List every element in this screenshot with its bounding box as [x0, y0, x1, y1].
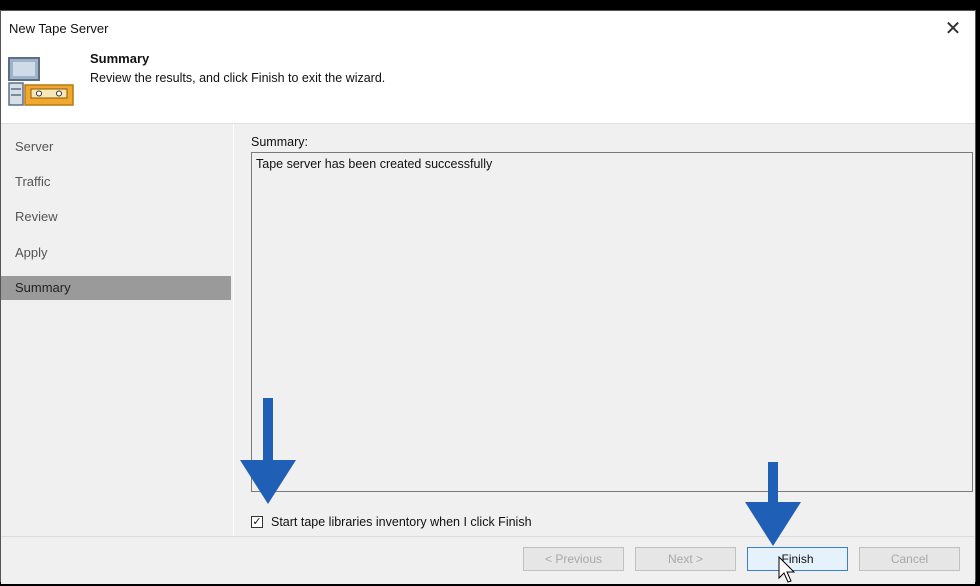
wizard-step-subtitle: Review the results, and click Finish to … [90, 71, 386, 85]
summary-label: Summary: [251, 135, 308, 149]
sidebar-item-server[interactable]: Server [1, 135, 231, 159]
summary-textarea[interactable]: Tape server has been created successfull… [251, 152, 973, 492]
sidebar-item-summary[interactable]: Summary [1, 276, 231, 300]
inventory-checkbox[interactable]: ✓ [251, 516, 263, 528]
window-title: New Tape Server [9, 21, 109, 36]
close-icon[interactable]: ✕ [941, 17, 965, 41]
sidebar-item-apply[interactable]: Apply [1, 241, 231, 265]
cancel-button[interactable]: Cancel [859, 547, 960, 571]
tape-server-icon [8, 57, 74, 106]
previous-button[interactable]: < Previous [523, 547, 624, 571]
title-bar: New Tape Server ✕ [1, 11, 975, 47]
inventory-checkbox-label[interactable]: Start tape libraries inventory when I cl… [271, 515, 532, 529]
wizard-steps-sidebar: Server Traffic Review Apply Summary [1, 124, 233, 536]
summary-text: Tape server has been created successfull… [256, 157, 493, 171]
wizard-window: New Tape Server ✕ Summary Review the res… [0, 10, 976, 584]
sidebar-item-traffic[interactable]: Traffic [1, 170, 231, 194]
wizard-footer: < Previous Next > Finish Cancel [1, 536, 975, 584]
mouse-cursor-icon [778, 556, 796, 583]
next-button[interactable]: Next > [635, 547, 736, 571]
sidebar-item-review[interactable]: Review [1, 205, 231, 229]
annotation-arrow-down-icon [240, 398, 296, 504]
wizard-content: Summary: Tape server has been created su… [234, 124, 975, 536]
wizard-step-title: Summary [90, 51, 150, 66]
wizard-header: Summary Review the results, and click Fi… [1, 47, 975, 124]
inventory-checkbox-row[interactable]: ✓ Start tape libraries inventory when I … [251, 513, 532, 531]
